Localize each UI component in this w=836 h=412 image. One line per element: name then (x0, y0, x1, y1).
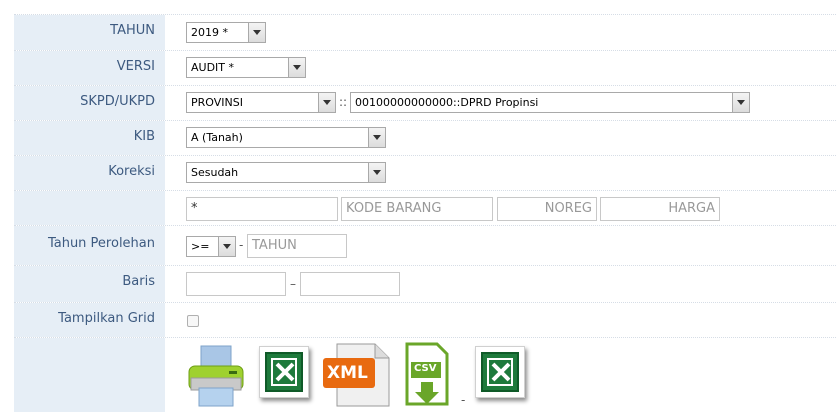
skpd-separator: :: (339, 95, 348, 109)
export-dash: - (461, 393, 466, 407)
search-input-value: * (191, 201, 198, 216)
excel-icon[interactable] (475, 346, 525, 398)
row-koreksi: Koreksi Sesudah (14, 155, 836, 190)
chevron-down-icon[interactable] (368, 128, 385, 147)
kib-label: KIB (133, 129, 155, 144)
csv-shape (405, 342, 449, 406)
csv-download-icon[interactable]: CSV (403, 342, 451, 408)
tahun-select[interactable]: 2019 * (186, 22, 266, 43)
excel-icon[interactable] (259, 346, 309, 398)
skpd-label: SKPD/UKPD (80, 94, 155, 109)
xml-file-icon[interactable]: XML (321, 342, 393, 408)
koreksi-select-value: Sesudah (191, 166, 239, 179)
operator-select[interactable]: >= (186, 236, 236, 257)
tahun-label: TAHUN (110, 23, 155, 38)
row-export: XML CSV - (14, 337, 836, 412)
skpd-select[interactable]: PROVINSI (186, 92, 336, 113)
kib-select[interactable]: A (Tanah) (186, 127, 386, 148)
row-kib: KIB A (Tanah) (14, 120, 836, 155)
tahun-placeholder: TAHUN (252, 238, 297, 253)
chevron-down-icon[interactable] (218, 237, 235, 256)
chevron-down-icon[interactable] (288, 58, 305, 77)
versi-label: VERSI (116, 59, 155, 74)
harga-placeholder: HARGA (668, 201, 715, 216)
tampilkan-grid-label: Tampilkan Grid (58, 311, 155, 326)
tahun-input[interactable]: TAHUN (247, 234, 347, 258)
tahun-label-cell: TAHUN (14, 15, 165, 50)
xml-label: XML (327, 363, 368, 383)
versi-select[interactable]: AUDIT * (186, 57, 306, 78)
baris-from-input[interactable] (186, 272, 286, 296)
tahun-select-value: 2019 * (191, 26, 228, 39)
unit-select[interactable]: 00100000000000::DPRD Propinsi (350, 92, 750, 113)
excel-x-glyph (275, 362, 295, 382)
chevron-down-icon[interactable] (248, 23, 265, 42)
excel-x-glyph (491, 362, 511, 382)
row-filter: * KODE BARANG NOREG HARGA (14, 190, 836, 225)
row-versi: VERSI AUDIT * (14, 50, 836, 85)
printer-icon[interactable] (185, 344, 247, 408)
kib-select-value: A (Tanah) (191, 131, 243, 144)
koreksi-select[interactable]: Sesudah (186, 162, 386, 183)
baris-label: Baris (122, 274, 155, 289)
row-tampilkan-grid: Tampilkan Grid (14, 302, 836, 337)
tahun-perolehan-label: Tahun Perolehan (47, 236, 155, 251)
tampilkan-grid-checkbox[interactable] (187, 315, 199, 327)
tahun-dash: - (239, 238, 244, 252)
operator-select-value: >= (191, 240, 210, 253)
kode-barang-placeholder: KODE BARANG (346, 201, 442, 216)
csv-label: CSV (414, 363, 437, 374)
chevron-down-icon[interactable] (318, 93, 335, 112)
baris-to-input[interactable] (300, 272, 400, 296)
row-baris: Baris – (14, 265, 836, 302)
baris-dash: – (290, 277, 296, 291)
row-tahun-perolehan: Tahun Perolehan >= - TAHUN (14, 225, 836, 265)
chevron-down-icon[interactable] (368, 163, 385, 182)
noreg-placeholder: NOREG (544, 201, 592, 216)
harga-input[interactable]: HARGA (600, 197, 720, 221)
kode-barang-input[interactable]: KODE BARANG (341, 197, 493, 221)
row-skpd: SKPD/UKPD PROVINSI :: 00100000000000::DP… (14, 85, 836, 120)
chevron-down-icon[interactable] (732, 93, 749, 112)
search-input[interactable]: * (186, 197, 338, 221)
unit-select-value: 00100000000000::DPRD Propinsi (355, 96, 539, 109)
skpd-select-value: PROVINSI (191, 96, 243, 109)
versi-select-value: AUDIT * (191, 61, 235, 74)
filter-form: TAHUN 2019 * VERSI AUDIT * SKPD/UKPD PRO… (14, 14, 836, 412)
noreg-input[interactable]: NOREG (497, 197, 597, 221)
row-tahun: TAHUN 2019 * (14, 14, 836, 50)
koreksi-label: Koreksi (108, 164, 155, 179)
